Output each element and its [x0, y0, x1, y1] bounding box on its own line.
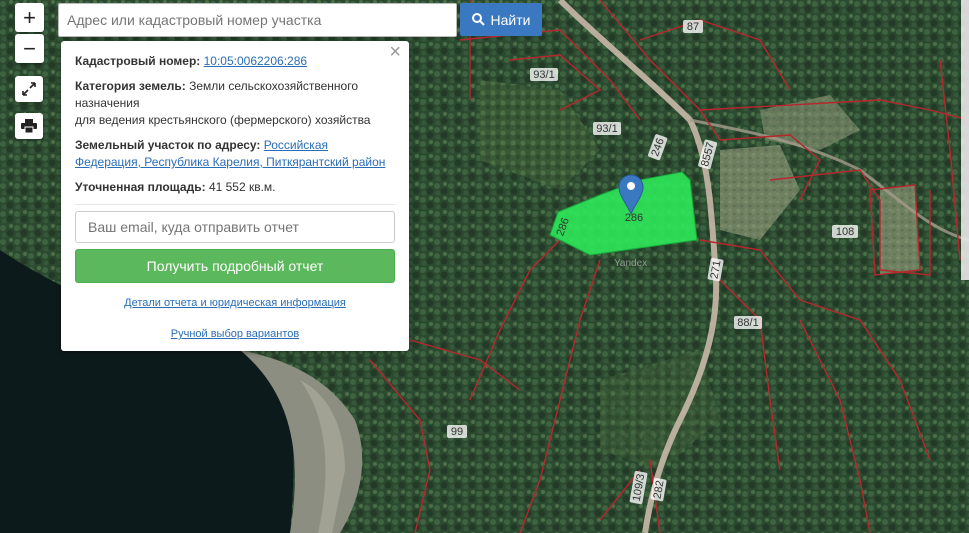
watermark: Yandex	[614, 258, 647, 269]
parcel-info-popup: × Кадастровый номер: 10:05:0062206:286 К…	[61, 41, 409, 351]
address-label: Земельный участок по адресу:	[75, 138, 261, 152]
details-link-wrap: Детали отчета и юридическая информация	[75, 295, 395, 312]
address-link-cont[interactable]: Федерация, Республика Карелия, Питкярант…	[75, 155, 385, 169]
side-panel-edge	[961, 0, 969, 280]
area-row: Уточненная площадь: 41 552 кв.м.	[75, 179, 395, 196]
fullscreen-icon	[22, 82, 36, 96]
manual-link-wrap: Ручной выбор вариантов	[75, 326, 395, 343]
manual-select-link[interactable]: Ручной выбор вариантов	[171, 328, 299, 340]
category-purpose: для ведения крестьянского (фермерского) …	[75, 113, 371, 127]
search-input[interactable]	[59, 4, 456, 36]
search-button[interactable]: Найти	[460, 3, 542, 36]
details-link[interactable]: Детали отчета и юридическая информация	[124, 297, 346, 309]
email-field[interactable]	[75, 211, 395, 243]
parcel-label: 87	[687, 21, 699, 33]
search-box	[58, 3, 457, 37]
parcel-label: 93/1	[596, 123, 617, 135]
zoom-out-button[interactable]: −	[15, 34, 44, 63]
cadastral-row: Кадастровый номер: 10:05:0062206:286	[75, 53, 395, 70]
area-value: 41 552 кв.м.	[208, 180, 276, 194]
cadastral-number-link[interactable]: 10:05:0062206:286	[204, 54, 307, 68]
printer-icon	[21, 119, 37, 133]
close-icon[interactable]: ×	[389, 42, 401, 62]
address-link[interactable]: Российская	[264, 138, 328, 152]
divider	[75, 204, 395, 205]
parcel-label: 108	[836, 226, 854, 238]
category-label: Категория земель:	[75, 79, 186, 93]
print-button[interactable]	[15, 113, 43, 139]
parcel-label: 286	[625, 212, 643, 224]
parcel-label: 99	[451, 426, 463, 438]
cadastral-label: Кадастровый номер:	[75, 54, 201, 68]
search-button-label: Найти	[490, 11, 531, 28]
search-icon	[471, 13, 485, 26]
fullscreen-button[interactable]	[15, 76, 43, 102]
zoom-in-button[interactable]: +	[15, 3, 44, 32]
parcel-label: 88/1	[737, 317, 758, 329]
parcel-label: 93/1	[533, 69, 554, 81]
address-row: Земельный участок по адресу: Российская …	[75, 137, 395, 171]
category-row: Категория земель: Земли сельскохозяйстве…	[75, 78, 395, 129]
get-report-button[interactable]: Получить подробный отчет	[75, 249, 395, 283]
area-label: Уточненная площадь:	[75, 180, 206, 194]
